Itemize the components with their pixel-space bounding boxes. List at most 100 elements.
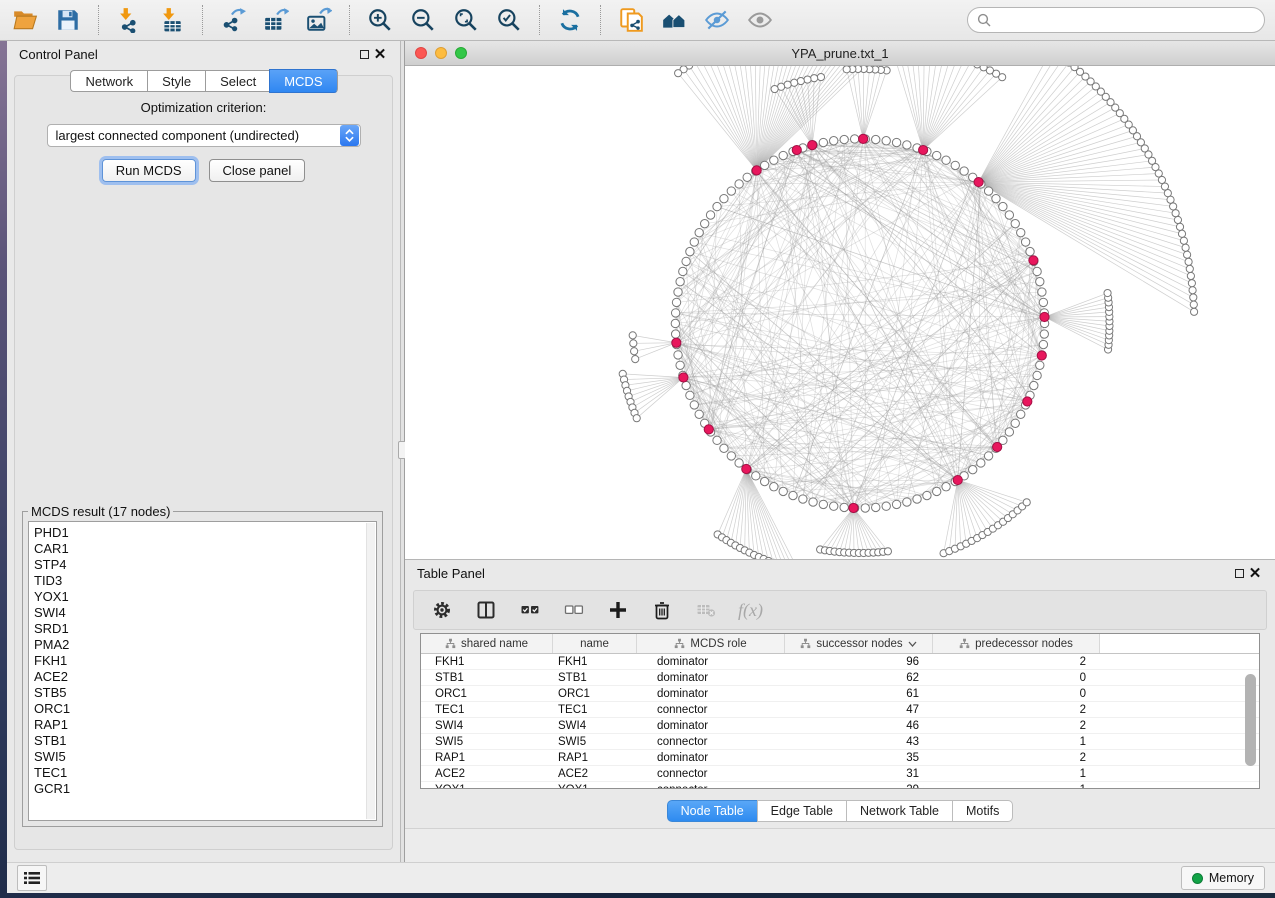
leaf-node[interactable] <box>1188 280 1195 287</box>
table-row[interactable]: STB1STB1dominator620 <box>421 670 1259 686</box>
mcds-result-item[interactable]: GCR1 <box>34 781 371 797</box>
network-node[interactable] <box>735 180 743 188</box>
network-node[interactable] <box>760 477 768 485</box>
search-input[interactable] <box>997 13 1255 28</box>
leaf-node[interactable] <box>633 415 640 422</box>
mcds-node[interactable] <box>919 145 928 154</box>
mcds-node[interactable] <box>752 166 761 175</box>
network-node[interactable] <box>923 491 931 499</box>
mcds-result-item[interactable]: PHD1 <box>34 525 371 541</box>
mcds-result-list[interactable]: PHD1CAR1STP4TID3YOX1SWI4SRD1PMA2FKH1ACE2… <box>28 521 377 821</box>
network-node[interactable] <box>752 472 760 480</box>
network-node[interactable] <box>760 161 768 169</box>
leaf-node[interactable] <box>675 70 682 77</box>
leaf-node[interactable] <box>1023 499 1030 506</box>
tab-motifs[interactable]: Motifs <box>952 800 1013 822</box>
table-row[interactable]: FKH1FKH1dominator962 <box>421 654 1259 670</box>
leaf-node[interactable] <box>1180 237 1187 244</box>
network-node[interactable] <box>770 156 778 164</box>
network-node[interactable] <box>727 452 735 460</box>
mcds-node[interactable] <box>849 503 858 512</box>
network-node[interactable] <box>819 500 827 508</box>
leaf-node[interactable] <box>1178 230 1185 237</box>
show-all-icon[interactable] <box>745 5 775 35</box>
import-table-icon[interactable] <box>157 5 187 35</box>
network-node[interactable] <box>720 444 728 452</box>
leaf-node[interactable] <box>629 332 636 339</box>
run-mcds-button[interactable]: Run MCDS <box>102 159 196 182</box>
leaf-node[interactable] <box>1190 301 1197 308</box>
network-node[interactable] <box>1021 238 1029 246</box>
column-header-shared-name[interactable]: shared name <box>421 634 553 653</box>
table-row[interactable]: RAP1RAP1dominator352 <box>421 750 1259 766</box>
mcds-result-item[interactable]: RAP1 <box>34 717 371 733</box>
network-node[interactable] <box>872 503 880 511</box>
save-session-icon[interactable] <box>53 5 83 35</box>
leaf-node[interactable] <box>632 356 639 363</box>
network-node[interactable] <box>679 267 687 275</box>
network-node[interactable] <box>872 135 880 143</box>
mcds-node[interactable] <box>808 141 817 150</box>
network-node[interactable] <box>1039 298 1047 306</box>
delete-column-trash-icon[interactable] <box>650 598 674 622</box>
mcds-node[interactable] <box>993 442 1002 451</box>
leaf-node[interactable] <box>1190 294 1197 301</box>
network-node[interactable] <box>892 138 900 146</box>
mcds-result-item[interactable]: SWI4 <box>34 605 371 621</box>
network-node[interactable] <box>1040 330 1048 338</box>
network-node[interactable] <box>671 319 679 327</box>
mcds-node[interactable] <box>679 373 688 382</box>
network-node[interactable] <box>830 137 838 145</box>
table-scrollbar[interactable] <box>1245 656 1256 784</box>
network-node[interactable] <box>1026 247 1034 255</box>
network-node[interactable] <box>686 247 694 255</box>
network-node[interactable] <box>682 381 690 389</box>
table-row[interactable]: ORC1ORC1dominator610 <box>421 686 1259 702</box>
network-node[interactable] <box>676 277 684 285</box>
network-node[interactable] <box>1033 371 1041 379</box>
leaf-node[interactable] <box>1184 251 1191 258</box>
close-window-icon[interactable] <box>415 47 427 59</box>
memory-button[interactable]: Memory <box>1181 866 1265 890</box>
network-node[interactable] <box>1017 228 1025 236</box>
mcds-result-item[interactable]: TEC1 <box>34 765 371 781</box>
network-node[interactable] <box>713 202 721 210</box>
mcds-node[interactable] <box>1040 312 1049 321</box>
zoom-in-icon[interactable] <box>365 5 395 35</box>
show-columns-icon[interactable] <box>474 598 498 622</box>
network-node[interactable] <box>671 309 679 317</box>
network-node[interactable] <box>882 137 890 145</box>
network-node[interactable] <box>951 161 959 169</box>
tab-network[interactable]: Network <box>70 70 147 92</box>
zoom-fit-icon[interactable] <box>451 5 481 35</box>
mcds-node[interactable] <box>704 425 713 434</box>
float-table-panel-icon[interactable] <box>1231 566 1247 582</box>
table-settings-gear-icon[interactable] <box>430 598 454 622</box>
mcds-result-item[interactable]: PMA2 <box>34 637 371 653</box>
search-box[interactable] <box>967 7 1265 33</box>
network-node[interactable] <box>770 483 778 491</box>
network-node[interactable] <box>789 491 797 499</box>
table-row[interactable]: SWI4SWI4dominator462 <box>421 718 1259 734</box>
network-node[interactable] <box>1005 211 1013 219</box>
network-node[interactable] <box>960 167 968 175</box>
mcds-result-item[interactable]: ACE2 <box>34 669 371 685</box>
network-node[interactable] <box>1005 428 1013 436</box>
network-node[interactable] <box>735 459 743 467</box>
network-node[interactable] <box>706 211 714 219</box>
network-node[interactable] <box>1011 219 1019 227</box>
column-header-name[interactable]: name <box>553 634 637 653</box>
mcds-result-item[interactable]: STB5 <box>34 685 371 701</box>
network-node[interactable] <box>1038 288 1046 296</box>
network-node[interactable] <box>799 495 807 503</box>
network-node[interactable] <box>882 502 890 510</box>
mcds-result-item[interactable]: SRD1 <box>34 621 371 637</box>
optimization-criterion-select[interactable]: largest connected component (undirected) <box>47 124 361 147</box>
mcds-result-item[interactable]: CAR1 <box>34 541 371 557</box>
add-column-icon[interactable] <box>606 598 630 622</box>
leaf-node[interactable] <box>1189 287 1196 294</box>
network-node[interactable] <box>992 194 1000 202</box>
mcds-node[interactable] <box>1029 256 1038 265</box>
mcds-result-item[interactable]: SWI5 <box>34 749 371 765</box>
mcds-node[interactable] <box>953 475 962 484</box>
